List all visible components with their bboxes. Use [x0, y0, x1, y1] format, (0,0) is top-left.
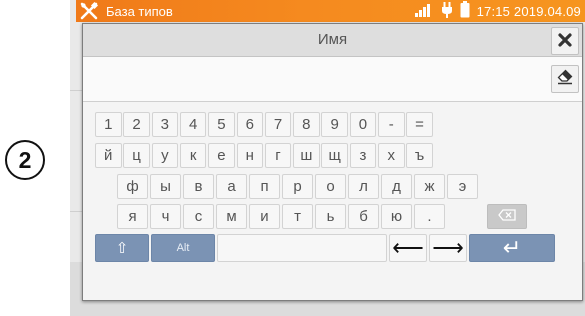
keyboard-key[interactable]: ъ — [406, 143, 433, 168]
keyboard-key[interactable]: ф — [117, 174, 148, 199]
keyboard-key[interactable]: а — [216, 174, 247, 199]
clear-button[interactable] — [551, 65, 579, 93]
keyboard-key[interactable]: п — [249, 174, 280, 199]
backspace-icon — [498, 208, 516, 225]
keyboard-key[interactable]: 3 — [151, 112, 179, 137]
keyboard-key[interactable]: д — [381, 174, 412, 199]
right-arrow-key[interactable]: ⟶ — [429, 234, 467, 262]
step-marker: 2 — [5, 140, 45, 180]
keyboard-key[interactable]: - — [378, 112, 405, 137]
plug-icon — [441, 1, 453, 21]
eraser-icon — [557, 69, 573, 89]
keyboard-key[interactable]: ж — [414, 174, 445, 199]
keyboard-key[interactable]: 9 — [321, 112, 348, 137]
keyboard-key[interactable]: р — [282, 174, 313, 199]
close-button[interactable] — [551, 27, 579, 55]
keyboard-key[interactable]: = — [406, 112, 433, 137]
keyboard-key[interactable]: 5 — [208, 112, 235, 137]
keyboard-key[interactable]: к — [179, 143, 207, 168]
keyboard-key[interactable]: 7 — [264, 112, 292, 137]
keyboard-key[interactable]: и — [249, 204, 280, 229]
keyboard-key[interactable]: 4 — [179, 112, 207, 137]
keyboard-key[interactable]: 8 — [293, 112, 320, 137]
tool-icon — [80, 2, 100, 20]
keyboard-key[interactable]: н — [236, 143, 263, 168]
keyboard-key[interactable]: ы — [150, 174, 181, 199]
dialog-header: Имя — [83, 24, 582, 57]
keyboard-key[interactable]: ю — [381, 204, 412, 229]
status-title: База типов — [106, 3, 173, 19]
keyboard-key[interactable]: х — [378, 143, 405, 168]
shift-key[interactable]: ⇧ — [95, 234, 149, 262]
dialog-title: Имя — [317, 31, 348, 48]
keyboard-key[interactable]: э — [447, 174, 478, 199]
keyboard-key[interactable]: б — [348, 204, 379, 229]
battery-icon — [460, 1, 470, 21]
space-key[interactable] — [217, 234, 387, 262]
keyboard-key[interactable]: 1 — [95, 112, 122, 137]
keyboard-key[interactable]: в — [183, 174, 214, 199]
keyboard-key[interactable]: ц — [123, 143, 150, 168]
keyboard-key[interactable]: е — [208, 143, 235, 168]
keyboard-key[interactable]: т — [282, 204, 313, 229]
keyboard-key[interactable]: ь — [315, 204, 346, 229]
keyboard-key[interactable]: щ — [321, 143, 348, 168]
alt-key[interactable]: Alt — [151, 234, 215, 262]
keyboard-key[interactable]: 2 — [123, 112, 150, 137]
keyboard-key[interactable]: л — [348, 174, 379, 199]
keyboard-key[interactable]: у — [151, 143, 179, 168]
device-screen: База типов 17:15 2019.04.09 Имя ⇧ Alt ⟵ … — [70, 0, 585, 316]
on-screen-keyboard: ⇧ Alt ⟵ ⟶ ↵ 1 2 3 4 5 6 7 8 9 0- = й ц у к е н г ш щ з х ъ ф ы в а… — [83, 102, 582, 300]
background-divider — [70, 90, 82, 212]
keyboard-key[interactable]: 0 — [349, 112, 377, 137]
backspace-key[interactable] — [487, 204, 527, 229]
keyboard-key[interactable]: м — [216, 204, 247, 229]
input-row — [83, 57, 582, 102]
signal-icon — [414, 3, 434, 20]
keyboard-key[interactable]: й — [95, 143, 122, 168]
keyboard-key[interactable]: с — [183, 204, 214, 229]
name-input[interactable] — [87, 63, 547, 93]
keyboard-key[interactable]: з — [349, 143, 377, 168]
keyboard-key[interactable]: 6 — [236, 112, 263, 137]
close-icon — [558, 32, 572, 51]
name-input-dialog: Имя ⇧ Alt ⟵ ⟶ ↵ 1 2 3 4 5 6 7 8 9 0 - = … — [82, 23, 583, 301]
keyboard-key[interactable]: г — [264, 143, 292, 168]
keyboard-key[interactable]: о — [315, 174, 346, 199]
status-time: 17:15 2019.04.09 — [476, 3, 581, 19]
keyboard-key[interactable]: . — [414, 204, 445, 229]
keyboard-key[interactable]: ш — [293, 143, 320, 168]
status-bar: База типов 17:15 2019.04.09 — [76, 0, 585, 22]
left-arrow-key[interactable]: ⟵ — [389, 234, 427, 262]
keyboard-key[interactable]: ч — [150, 204, 181, 229]
enter-key[interactable]: ↵ — [469, 234, 555, 262]
keyboard-key[interactable]: я — [117, 204, 148, 229]
